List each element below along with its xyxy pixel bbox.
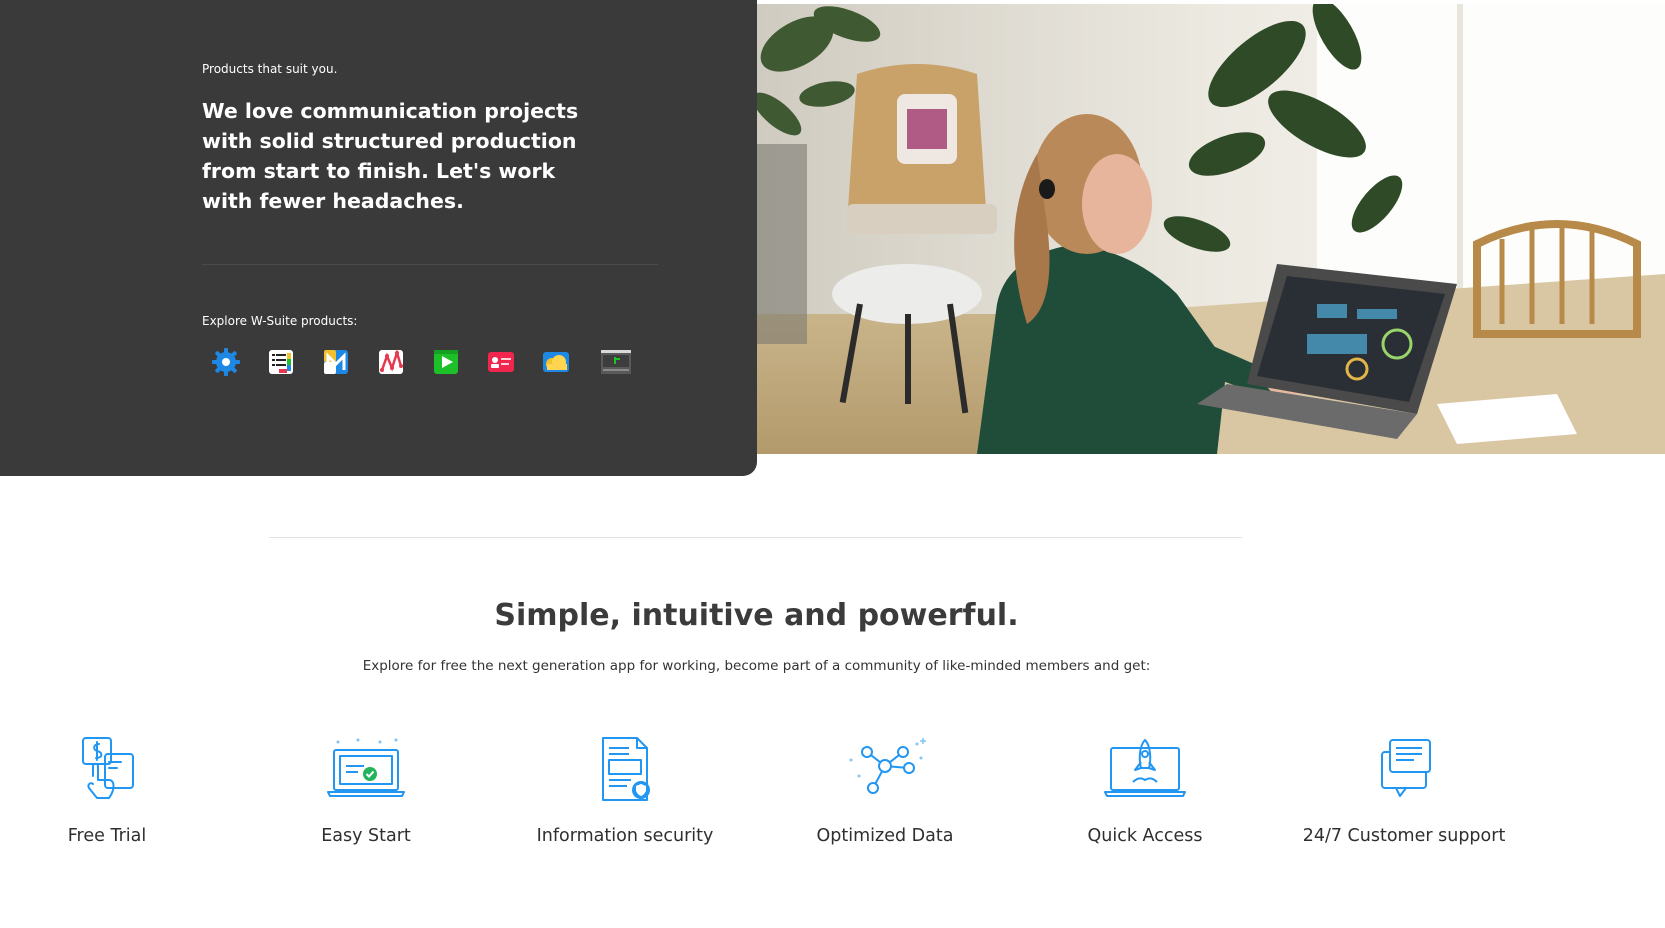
hand-tap-dollar-icon <box>82 737 134 799</box>
feature-label: 24/7 Customer support <box>1302 826 1506 846</box>
document-shield-icon <box>602 737 650 801</box>
hero-panel: Products that suit you. We love communic… <box>0 0 757 476</box>
network-nodes-icon <box>849 738 926 794</box>
hero-headline: We love communication projects with soli… <box>202 99 579 213</box>
mail-app-icon[interactable] <box>318 344 354 380</box>
section-divider <box>269 537 1242 538</box>
feature-information-security: Information security <box>515 736 735 876</box>
feature-label: Optimized Data <box>816 826 954 846</box>
feature-customer-support: 24/7 Customer support <box>1294 736 1514 876</box>
gear-app-icon[interactable] <box>208 344 244 380</box>
feature-label: Information security <box>536 826 714 846</box>
play-app-icon[interactable] <box>428 344 464 380</box>
feature-free-trial: Free Trial <box>0 736 217 876</box>
cloud-app-icon[interactable] <box>538 344 574 380</box>
hero-eyebrow: Products that suit you. <box>202 62 338 76</box>
feature-optimized-data: Optimized Data <box>775 736 995 876</box>
list-app-icon[interactable] <box>263 344 299 380</box>
feature-quick-access: Quick Access <box>1035 736 1255 876</box>
chart-app-icon[interactable] <box>598 344 634 380</box>
graph-app-icon[interactable] <box>373 344 409 380</box>
feature-label: Free Trial <box>67 826 147 846</box>
feature-label: Quick Access <box>1087 826 1203 846</box>
section-subtitle: Explore for free the next generation app… <box>362 658 1151 674</box>
explore-products-label: Explore W-Suite products: <box>202 314 358 328</box>
feature-label: Easy Start <box>321 826 411 846</box>
hero-divider <box>202 264 658 265</box>
hero-photo-woman-at-laptop <box>757 4 1665 454</box>
chat-bubbles-icon <box>1381 739 1431 797</box>
contact-card-app-icon[interactable] <box>483 344 519 380</box>
laptop-check-icon <box>327 738 405 797</box>
feature-easy-start: Easy Start <box>256 736 476 876</box>
section-title: Simple, intuitive and powerful. <box>494 598 1019 633</box>
laptop-rocket-icon <box>1104 739 1186 797</box>
